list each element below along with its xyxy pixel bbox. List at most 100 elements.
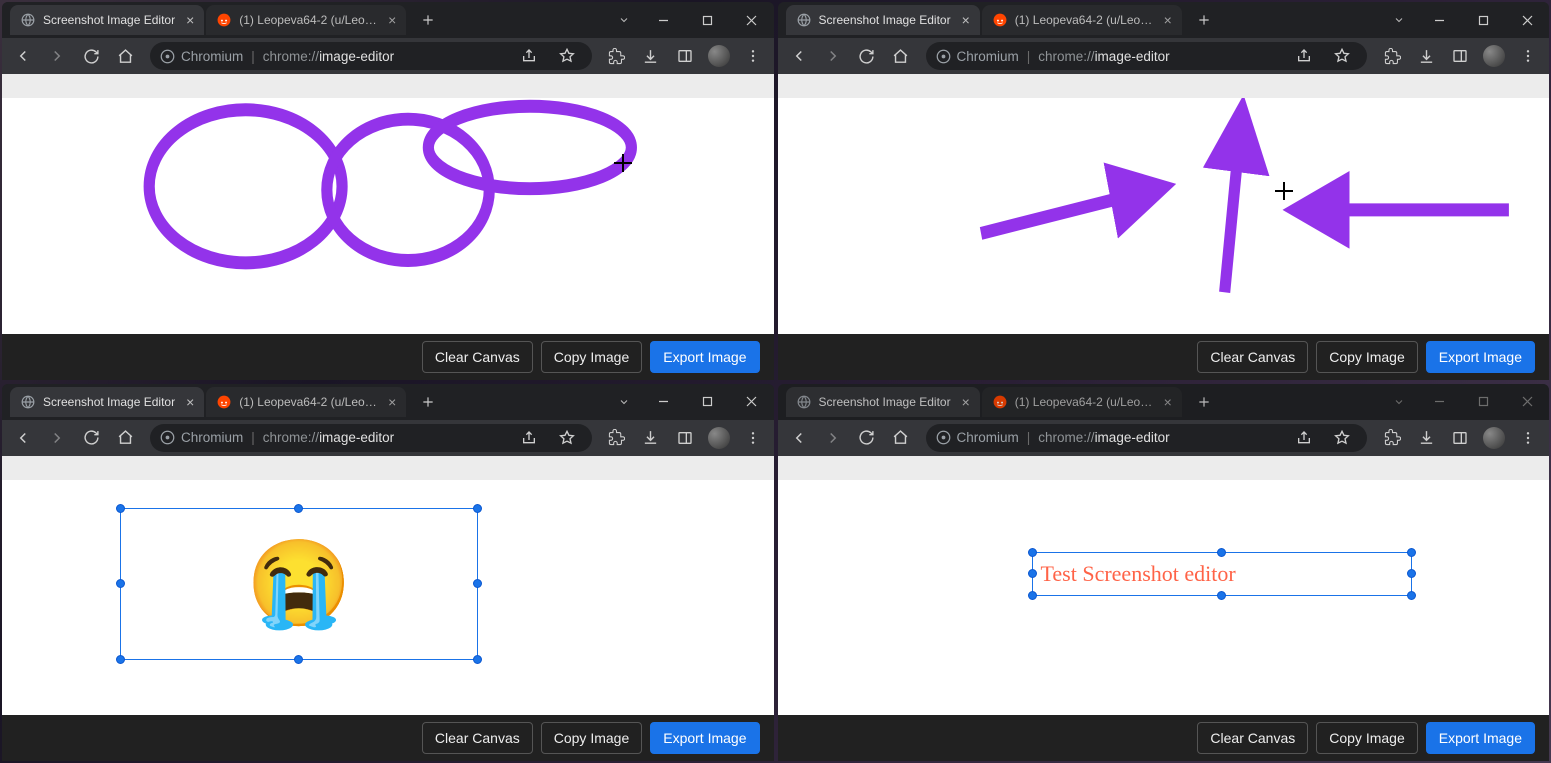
extensions-icon[interactable]: [602, 423, 632, 453]
extensions-icon[interactable]: [1377, 41, 1407, 71]
tab-image-editor[interactable]: Screenshot Image Editor ×: [786, 5, 980, 35]
reload-button[interactable]: [76, 41, 106, 71]
bookmark-icon[interactable]: [1327, 423, 1357, 453]
profile-avatar[interactable]: [704, 41, 734, 71]
close-icon[interactable]: ×: [186, 394, 194, 410]
menu-icon[interactable]: [1513, 41, 1543, 71]
share-icon[interactable]: [1289, 423, 1319, 453]
clear-canvas-button[interactable]: Clear Canvas: [422, 722, 533, 754]
close-icon[interactable]: ×: [962, 394, 970, 410]
close-window-button[interactable]: [1505, 5, 1549, 35]
export-image-button[interactable]: Export Image: [1426, 722, 1535, 754]
clear-canvas-button[interactable]: Clear Canvas: [1197, 722, 1308, 754]
close-icon[interactable]: ×: [186, 12, 194, 28]
tab-reddit[interactable]: (1) Leopeva64-2 (u/Leopeva64-2) ×: [982, 5, 1182, 35]
menu-icon[interactable]: [738, 41, 768, 71]
share-icon[interactable]: [514, 41, 544, 71]
minimize-button[interactable]: [1417, 387, 1461, 417]
chevron-down-icon[interactable]: [606, 387, 642, 417]
clear-canvas-button[interactable]: Clear Canvas: [422, 341, 533, 373]
new-tab-button[interactable]: [1190, 388, 1218, 416]
home-button[interactable]: [886, 423, 916, 453]
side-panel-icon[interactable]: [1445, 423, 1475, 453]
forward-button[interactable]: [818, 423, 848, 453]
site-info-icon[interactable]: Chromium: [160, 49, 243, 64]
tab-image-editor[interactable]: Screenshot Image Editor ×: [10, 387, 204, 417]
back-button[interactable]: [784, 423, 814, 453]
share-icon[interactable]: [514, 423, 544, 453]
chevron-down-icon[interactable]: [1381, 387, 1417, 417]
close-window-button[interactable]: [730, 5, 774, 35]
new-tab-button[interactable]: [414, 388, 442, 416]
export-image-button[interactable]: Export Image: [650, 722, 759, 754]
tab-reddit[interactable]: (1) Leopeva64-2 (u/Leopeva64-2) ×: [982, 387, 1182, 417]
forward-button[interactable]: [42, 423, 72, 453]
back-button[interactable]: [8, 423, 38, 453]
close-icon[interactable]: ×: [1164, 394, 1172, 410]
bookmark-icon[interactable]: [1327, 41, 1357, 71]
menu-icon[interactable]: [738, 423, 768, 453]
chevron-down-icon[interactable]: [1381, 5, 1417, 35]
back-button[interactable]: [784, 41, 814, 71]
maximize-button[interactable]: [686, 387, 730, 417]
forward-button[interactable]: [42, 41, 72, 71]
close-window-button[interactable]: [1505, 387, 1549, 417]
export-image-button[interactable]: Export Image: [650, 341, 759, 373]
profile-avatar[interactable]: [1479, 41, 1509, 71]
download-icon[interactable]: [1411, 41, 1441, 71]
site-info-icon[interactable]: Chromium: [936, 430, 1019, 445]
back-button[interactable]: [8, 41, 38, 71]
copy-image-button[interactable]: Copy Image: [1316, 341, 1417, 373]
close-icon[interactable]: ×: [1164, 12, 1172, 28]
maximize-button[interactable]: [1461, 5, 1505, 35]
reload-button[interactable]: [76, 423, 106, 453]
minimize-button[interactable]: [642, 387, 686, 417]
tab-image-editor[interactable]: Screenshot Image Editor ×: [10, 5, 204, 35]
canvas[interactable]: 😭: [2, 480, 774, 716]
close-icon[interactable]: ×: [388, 394, 396, 410]
export-image-button[interactable]: Export Image: [1426, 341, 1535, 373]
selection-box[interactable]: Test Screenshot editor: [1032, 552, 1412, 596]
copy-image-button[interactable]: Copy Image: [1316, 722, 1417, 754]
maximize-button[interactable]: [686, 5, 730, 35]
address-bar[interactable]: Chromium | chrome://image-editor: [926, 424, 1368, 452]
menu-icon[interactable]: [1513, 423, 1543, 453]
download-icon[interactable]: [636, 423, 666, 453]
profile-avatar[interactable]: [704, 423, 734, 453]
canvas[interactable]: [2, 98, 774, 334]
reload-button[interactable]: [852, 423, 882, 453]
extensions-icon[interactable]: [1377, 423, 1407, 453]
site-info-icon[interactable]: Chromium: [936, 49, 1019, 64]
canvas[interactable]: [778, 98, 1550, 334]
bookmark-icon[interactable]: [552, 41, 582, 71]
side-panel-icon[interactable]: [670, 41, 700, 71]
minimize-button[interactable]: [642, 5, 686, 35]
home-button[interactable]: [110, 41, 140, 71]
emoji-crying[interactable]: 😭: [246, 541, 352, 626]
extensions-icon[interactable]: [602, 41, 632, 71]
close-window-button[interactable]: [730, 387, 774, 417]
new-tab-button[interactable]: [414, 6, 442, 34]
download-icon[interactable]: [636, 41, 666, 71]
side-panel-icon[interactable]: [670, 423, 700, 453]
profile-avatar[interactable]: [1479, 423, 1509, 453]
download-icon[interactable]: [1411, 423, 1441, 453]
selection-box[interactable]: 😭: [120, 508, 478, 660]
text-annotation[interactable]: Test Screenshot editor: [1041, 561, 1236, 587]
clear-canvas-button[interactable]: Clear Canvas: [1197, 341, 1308, 373]
home-button[interactable]: [886, 41, 916, 71]
address-bar[interactable]: Chromium | chrome://image-editor: [150, 42, 592, 70]
side-panel-icon[interactable]: [1445, 41, 1475, 71]
tab-reddit[interactable]: (1) Leopeva64-2 (u/Leopeva64-2) ×: [206, 387, 406, 417]
chevron-down-icon[interactable]: [606, 5, 642, 35]
maximize-button[interactable]: [1461, 387, 1505, 417]
share-icon[interactable]: [1289, 41, 1319, 71]
forward-button[interactable]: [818, 41, 848, 71]
copy-image-button[interactable]: Copy Image: [541, 341, 642, 373]
canvas[interactable]: Test Screenshot editor: [778, 480, 1550, 716]
close-icon[interactable]: ×: [388, 12, 396, 28]
home-button[interactable]: [110, 423, 140, 453]
minimize-button[interactable]: [1417, 5, 1461, 35]
bookmark-icon[interactable]: [552, 423, 582, 453]
copy-image-button[interactable]: Copy Image: [541, 722, 642, 754]
